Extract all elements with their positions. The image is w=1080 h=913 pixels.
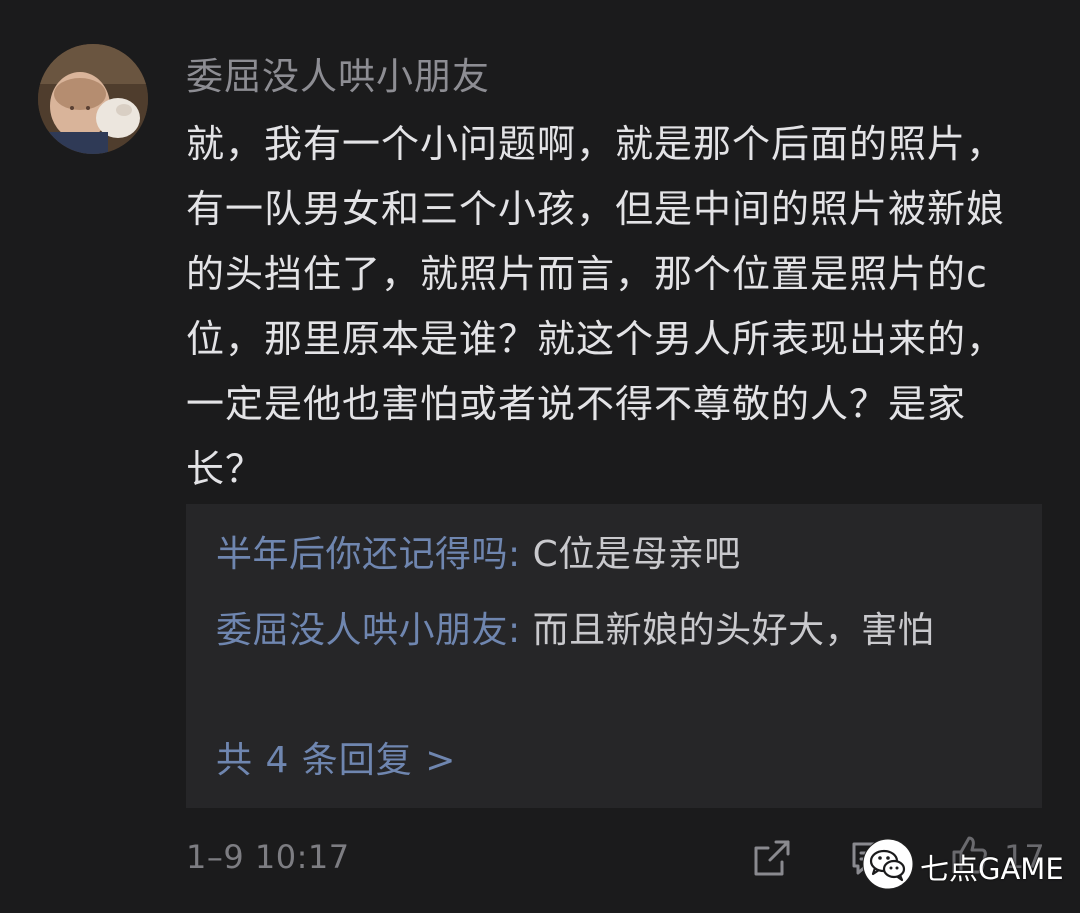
comment-timestamp: 1–9 10:17 xyxy=(186,838,350,876)
comment-text: 就，我有一个小问题啊，就是那个后面的照片，有一队男女和三个小孩，但是中间的照片被… xyxy=(186,122,1006,491)
watermark: 七点GAME xyxy=(862,834,1072,894)
reply-text: C位是母亲吧 xyxy=(532,534,741,575)
reply-item[interactable]: 半年后你还记得吗: C位是母亲吧 xyxy=(216,524,996,586)
reply-text: 而且新娘的头好大，害怕 xyxy=(532,610,935,651)
avatar[interactable] xyxy=(38,44,148,154)
reply-separator: : xyxy=(508,610,533,651)
reply-separator: : xyxy=(508,534,533,575)
reply-item[interactable]: 委屈没人哄小朋友: 而且新娘的头好大，害怕 xyxy=(216,600,996,662)
replies-panel: 半年后你还记得吗: C位是母亲吧 委屈没人哄小朋友: 而且新娘的头好大，害怕 共… xyxy=(186,504,1042,808)
watermark-text: 七点GAME xyxy=(920,852,1064,886)
share-icon[interactable] xyxy=(752,838,792,878)
reply-author[interactable]: 委屈没人哄小朋友 xyxy=(216,610,508,651)
avatar-image xyxy=(38,44,148,154)
wechat-logo-icon xyxy=(862,838,914,890)
reply-author[interactable]: 半年后你还记得吗 xyxy=(216,534,508,575)
view-all-replies-link[interactable]: 共 4 条回复 > xyxy=(216,730,456,792)
comment-username[interactable]: 委屈没人哄小朋友 xyxy=(186,46,490,100)
